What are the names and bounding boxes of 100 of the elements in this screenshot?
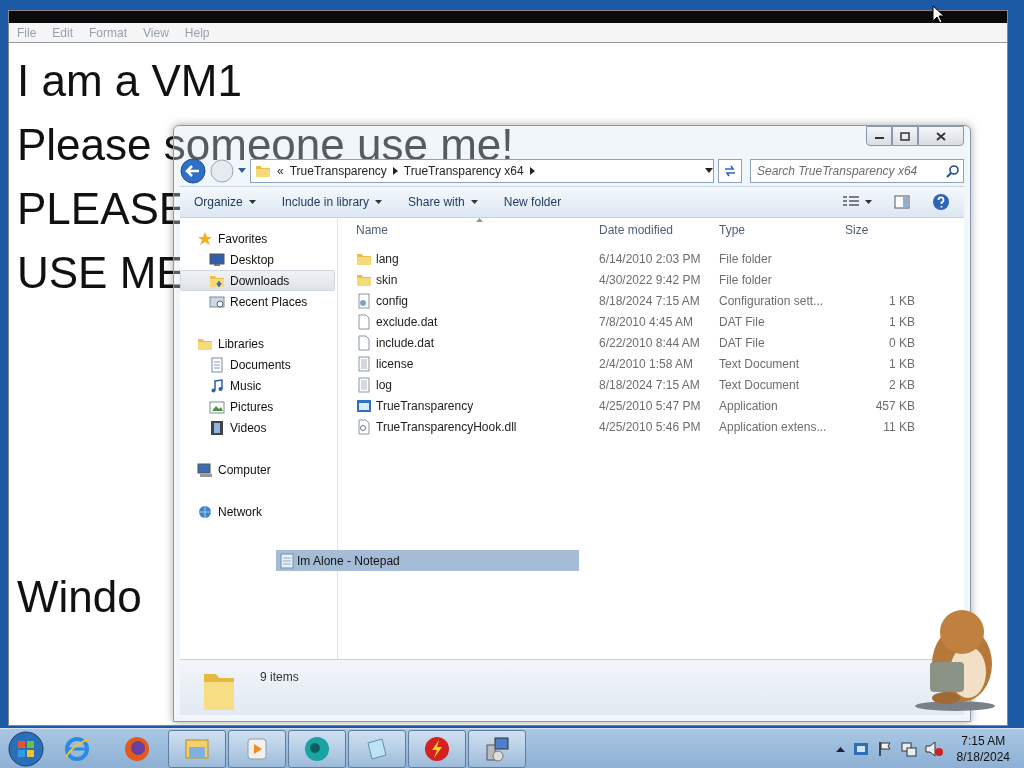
toolbar-button[interactable]: New folder: [495, 190, 570, 214]
toolbar-button[interactable]: Organize: [186, 190, 264, 214]
file-name[interactable]: log: [376, 375, 392, 394]
speaker-muted-icon[interactable]: [924, 740, 943, 757]
refresh-icon: [723, 165, 737, 177]
nav-item[interactable]: Videos: [180, 417, 335, 438]
star-icon: [197, 230, 213, 247]
sort-arrow-icon: [476, 218, 483, 222]
taskbar-button[interactable]: [348, 729, 406, 768]
file-icon: [356, 313, 372, 330]
recent-places-icon: [209, 293, 225, 310]
nav-item[interactable]: Pictures: [180, 396, 335, 417]
taskbar-button[interactable]: [468, 729, 526, 768]
computer-icon: [197, 461, 213, 478]
file-type: Text Document: [719, 377, 800, 392]
file-type: Configuration sett...: [719, 293, 824, 308]
date-modified: 6/14/2010 2:03 PM: [599, 251, 701, 266]
file-icon: [356, 334, 372, 351]
flag-icon[interactable]: [876, 740, 893, 757]
taskbar-button[interactable]: [408, 729, 466, 768]
setup-computer-icon: [483, 734, 511, 763]
taskbar-button[interactable]: [288, 729, 346, 768]
dragged-item[interactable]: Im Alone - Notepad: [276, 550, 579, 571]
nav-item[interactable]: Downloads: [180, 270, 335, 291]
file-name[interactable]: TrueTransparency: [376, 396, 474, 415]
search-icon: [946, 164, 959, 178]
preview-pane-icon: [894, 195, 910, 209]
nav-item[interactable]: Music: [180, 375, 335, 396]
monitor-icon: [209, 251, 225, 268]
file-size: 1 KB: [889, 356, 915, 371]
file-type: Text Document: [719, 356, 800, 371]
close-icon: [936, 131, 946, 141]
text-file-icon: [356, 376, 372, 393]
text-line: I am a VM1: [17, 56, 242, 105]
search-field[interactable]: Search TrueTransparency x64: [750, 159, 964, 183]
refresh-button[interactable]: [718, 159, 742, 183]
nav-item[interactable]: Libraries: [180, 333, 335, 354]
taskbar-button[interactable]: [228, 729, 286, 768]
nav-item[interactable]: Documents: [180, 354, 335, 375]
file-name[interactable]: skin: [376, 270, 398, 289]
date-modified: 4/25/2010 5:47 PM: [599, 398, 701, 413]
breadcrumb[interactable]: TrueTransparency x64: [403, 162, 524, 180]
item-count: 9 items: [260, 669, 299, 686]
file-type: Application: [719, 398, 778, 413]
caret-icon: [470, 200, 478, 204]
details-view-icon: [843, 196, 859, 208]
chevron-icon: [392, 167, 398, 175]
dropdown-icon[interactable]: [705, 168, 713, 174]
file-name[interactable]: lang: [376, 249, 399, 268]
chevron-icon: [529, 167, 535, 175]
date-modified: 8/18/2024 7:15 AM: [599, 293, 700, 308]
toolbar-button[interactable]: Include in library: [273, 190, 391, 214]
picture-icon: [209, 398, 225, 415]
film-icon: [209, 419, 225, 436]
file-name[interactable]: license: [376, 354, 414, 373]
document-icon: [209, 356, 225, 373]
dll-file-icon: [356, 418, 372, 435]
file-type: File folder: [719, 251, 772, 266]
file-size: 0 KB: [889, 335, 915, 350]
taskbar-button[interactable]: [168, 729, 226, 768]
dropdown-icon[interactable]: [238, 168, 246, 174]
file-type: DAT File: [719, 335, 765, 350]
file-type: DAT File: [719, 314, 765, 329]
file-name[interactable]: config: [376, 291, 409, 310]
column-header[interactable]: Size: [845, 223, 869, 237]
nav-item[interactable]: Network: [180, 501, 335, 522]
minimize-button[interactable]: [866, 126, 892, 146]
network-icon[interactable]: [900, 740, 917, 757]
restore-icon: [900, 131, 910, 141]
clock[interactable]: 7:15 AM 8/18/2024: [950, 732, 1016, 765]
date-modified: 8/18/2024 7:15 AM: [599, 377, 700, 392]
file-size: 1 KB: [889, 314, 915, 329]
chevron-up-icon[interactable]: [835, 745, 845, 752]
column-header[interactable]: Name: [356, 223, 388, 237]
music-note-icon: [209, 377, 225, 394]
help-icon: [932, 193, 950, 211]
column-header[interactable]: Date modified: [599, 223, 674, 237]
text-file-icon: [356, 355, 372, 372]
toolbar-button[interactable]: Share with: [400, 190, 486, 214]
date-modified: 2/4/2010 1:58 AM: [599, 356, 694, 371]
file-size: 1 KB: [889, 293, 915, 308]
date-modified: 7/8/2010 4:45 AM: [599, 314, 694, 329]
file-name[interactable]: TrueTransparencyHook.dll: [376, 417, 517, 436]
caret-icon: [248, 200, 256, 204]
disc-icon: [303, 734, 331, 763]
start-icon[interactable]: [6, 729, 46, 768]
settings-file-icon: [356, 292, 372, 309]
file-name[interactable]: exclude.dat: [376, 312, 438, 331]
text-line: Windo: [17, 572, 142, 621]
application-icon: [356, 397, 372, 414]
caret-icon: [375, 200, 383, 204]
file-size: 457 KB: [875, 398, 915, 413]
nav-item[interactable]: Computer: [180, 459, 335, 480]
file-size: 11 KB: [883, 419, 915, 434]
network-icon: [197, 503, 213, 520]
maximize-button[interactable]: [892, 126, 918, 146]
file-name[interactable]: include.dat: [376, 333, 435, 352]
close-button[interactable]: [918, 126, 964, 146]
file-type: Application extens...: [719, 419, 827, 434]
column-header[interactable]: Type: [719, 223, 745, 237]
